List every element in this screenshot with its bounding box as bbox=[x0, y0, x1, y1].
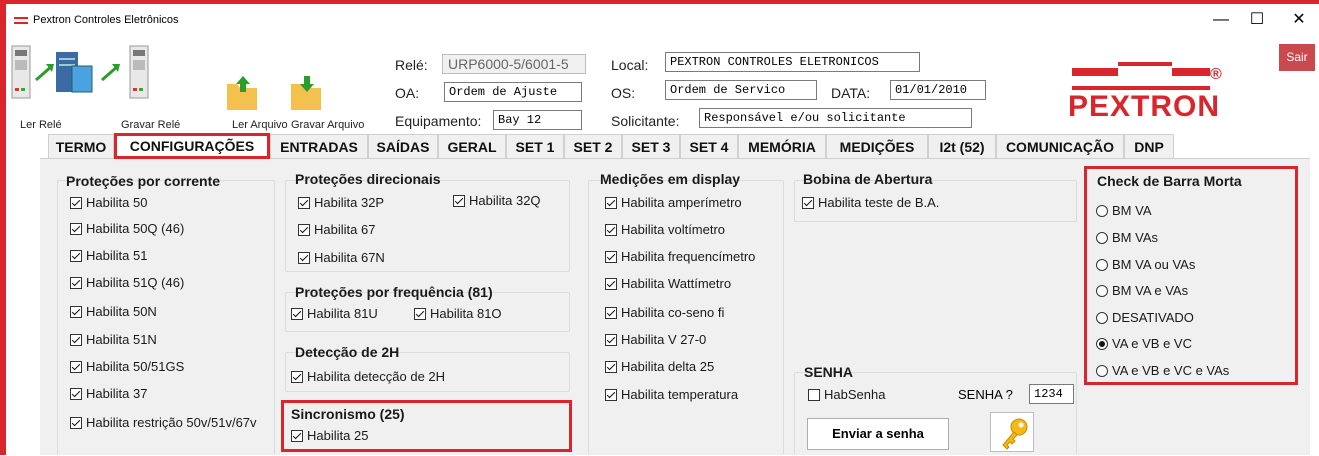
tab-memoria[interactable]: MEMÓRIA bbox=[738, 134, 826, 158]
relay-icon bbox=[11, 45, 31, 99]
equipamento-field[interactable]: Bay 12 bbox=[493, 110, 582, 130]
pextron-logo: PEXTRON ® bbox=[1068, 62, 1222, 123]
radio-va-vb-vc[interactable]: VA e VB e VC bbox=[1096, 336, 1192, 351]
tab-set1[interactable]: SET 1 bbox=[506, 134, 564, 158]
folder-icons bbox=[227, 76, 321, 110]
maximize-button[interactable]: ☐ bbox=[1242, 10, 1272, 30]
tab-medicoes[interactable]: MEDIÇÕES bbox=[826, 134, 928, 158]
close-button[interactable]: ✕ bbox=[1284, 10, 1314, 30]
radio-bm-va-e-vas[interactable]: BM VA e VAs bbox=[1096, 283, 1188, 298]
radio-va-vb-vc-vas[interactable]: VA e VB e VC e VAs bbox=[1096, 363, 1229, 378]
toolbar-icons bbox=[11, 45, 149, 99]
radio-desativado[interactable]: DESATIVADO bbox=[1096, 310, 1194, 325]
senha-label: SENHA ? bbox=[958, 387, 1013, 402]
checkbox-teste-ba[interactable]: Habilita teste de B.A. bbox=[802, 195, 939, 210]
checkbox-habilita-50[interactable]: Habilita 50 bbox=[70, 195, 147, 210]
folder-download-icon bbox=[291, 76, 321, 110]
checkbox-habilita-51q[interactable]: Habilita 51Q (46) bbox=[70, 275, 184, 290]
radio-bm-va-ou-vas[interactable]: BM VA ou VAs bbox=[1096, 257, 1195, 272]
checkbox-v27-0[interactable]: Habilita V 27-0 bbox=[605, 332, 706, 347]
checkbox-habilita-32p[interactable]: Habilita 32P bbox=[298, 195, 384, 210]
checkbox-amperimetro[interactable]: Habilita amperímetro bbox=[605, 195, 742, 210]
checkbox-habilita-51n[interactable]: Habilita 51N bbox=[70, 332, 157, 347]
checkbox-habilita-67[interactable]: Habilita 67 bbox=[298, 222, 375, 237]
checkbox-habilita-32q[interactable]: Habilita 32Q bbox=[453, 193, 541, 208]
tab-i2t[interactable]: I2t (52) bbox=[928, 134, 996, 158]
checkbox-frequencimetro[interactable]: Habilita frequencímetro bbox=[605, 249, 755, 264]
protecoes-direcionais-title: Proteções direcionais bbox=[295, 171, 441, 187]
checkbox-habilita-67n[interactable]: Habilita 67N bbox=[298, 250, 385, 265]
minimize-button[interactable]: — bbox=[1206, 10, 1236, 30]
bobina-title: Bobina de Abertura bbox=[803, 171, 933, 187]
checkbox-habilita-81u[interactable]: Habilita 81U bbox=[291, 306, 378, 321]
tab-set4[interactable]: SET 4 bbox=[680, 134, 738, 158]
sincronismo-title: Sincronismo (25) bbox=[291, 406, 405, 422]
senha-field[interactable]: 1234 bbox=[1029, 384, 1074, 404]
os-field[interactable]: Ordem de Servico bbox=[665, 80, 817, 100]
tab-geral[interactable]: GERAL bbox=[438, 134, 506, 158]
radio-bm-vas[interactable]: BM VAs bbox=[1096, 230, 1158, 245]
checkbox-habilita-restricao[interactable]: Habilita restrição 50v/51v/67v bbox=[70, 415, 257, 430]
checkbox-delta-25[interactable]: Habilita delta 25 bbox=[605, 359, 714, 374]
key-button[interactable] bbox=[990, 412, 1034, 452]
ler-arquivo-button[interactable]: Ler Arquivo bbox=[232, 119, 288, 131]
protecoes-corrente-title: Proteções por corrente bbox=[66, 173, 221, 189]
gravar-rele-button[interactable]: Gravar Relé bbox=[121, 119, 180, 131]
tab-dnp[interactable]: DNP bbox=[1124, 134, 1174, 158]
oa-label: OA: bbox=[395, 85, 420, 101]
ler-rele-button[interactable]: Ler Relé bbox=[20, 119, 62, 131]
window-title: Pextron Controles Eletrônicos bbox=[33, 14, 179, 26]
app-icon bbox=[14, 17, 28, 24]
key-icon bbox=[1002, 418, 1028, 450]
solicitante-label: Solicitante: bbox=[611, 113, 680, 129]
tab-set3[interactable]: SET 3 bbox=[622, 134, 680, 158]
radio-bm-va[interactable]: BM VA bbox=[1096, 203, 1152, 218]
gravar-arquivo-button[interactable]: Gravar Arquivo bbox=[291, 119, 364, 131]
checkbox-habilita-37[interactable]: Habilita 37 bbox=[70, 386, 147, 401]
tab-configuracoes[interactable]: CONFIGURAÇÕES bbox=[114, 133, 270, 159]
checkbox-habilita-2h[interactable]: Habilita detecção de 2H bbox=[291, 369, 445, 384]
rele-label: Relé: bbox=[395, 57, 428, 73]
rele-field: URP6000-5/6001-5 bbox=[442, 54, 586, 74]
checkbox-temperatura[interactable]: Habilita temperatura bbox=[605, 387, 738, 402]
data-field[interactable]: 01/01/2010 bbox=[890, 80, 986, 100]
checkbox-habilita-81o[interactable]: Habilita 81O bbox=[414, 306, 502, 321]
title-bar: Pextron Controles Eletrônicos — ☐ ✕ bbox=[6, 4, 1319, 34]
local-field[interactable]: PEXTRON CONTROLES ELETRONICOS bbox=[665, 52, 920, 72]
os-label: OS: bbox=[611, 85, 636, 101]
protecoes-frequencia-title: Proteções por frequência (81) bbox=[295, 284, 493, 300]
enviar-senha-button[interactable]: Enviar a senha bbox=[807, 418, 949, 450]
oa-field[interactable]: Ordem de Ajuste bbox=[444, 82, 582, 102]
deteccao-2h-title: Detecção de 2H bbox=[295, 344, 400, 360]
checkbox-co-seno-fi[interactable]: Habilita co-seno fi bbox=[605, 305, 724, 320]
tab-termo[interactable]: TERMO bbox=[48, 134, 114, 158]
tab-saidas[interactable]: SAÍDAS bbox=[368, 134, 438, 158]
solicitante-field[interactable]: Responsável e/ou solicitante bbox=[699, 108, 972, 128]
checkbox-voltimetro[interactable]: Habilita voltímetro bbox=[605, 222, 725, 237]
checkbox-habilita-50q[interactable]: Habilita 50Q (46) bbox=[70, 221, 184, 236]
tab-comunicacao[interactable]: COMUNICAÇÃO bbox=[996, 134, 1124, 158]
sair-button[interactable]: Sair bbox=[1279, 44, 1315, 71]
computer-icon bbox=[56, 52, 93, 93]
checkbox-wattimetro[interactable]: Habilita Wattímetro bbox=[605, 276, 731, 291]
checkbox-habilita-50-51gs[interactable]: Habilita 50/51GS bbox=[70, 359, 184, 374]
relay-icon bbox=[129, 45, 149, 99]
equipamento-label: Equipamento: bbox=[395, 113, 482, 129]
checkbox-habsenha[interactable]: HabSenha bbox=[808, 387, 885, 402]
checkbox-habilita-51[interactable]: Habilita 51 bbox=[70, 248, 147, 263]
barra-morta-title: Check de Barra Morta bbox=[1097, 173, 1242, 189]
checkbox-habilita-25[interactable]: Habilita 25 bbox=[291, 428, 368, 443]
local-label: Local: bbox=[611, 57, 649, 73]
tab-set2[interactable]: SET 2 bbox=[564, 134, 622, 158]
medicoes-display-title: Medições em display bbox=[600, 171, 741, 187]
folder-upload-icon bbox=[227, 76, 257, 110]
tab-entradas[interactable]: ENTRADAS bbox=[270, 134, 368, 158]
arrow-right-icon bbox=[35, 64, 54, 82]
arrow-right-icon bbox=[101, 64, 120, 82]
senha-title: SENHA bbox=[804, 364, 854, 380]
data-label: DATA: bbox=[831, 85, 871, 101]
checkbox-habilita-50n[interactable]: Habilita 50N bbox=[70, 304, 157, 319]
